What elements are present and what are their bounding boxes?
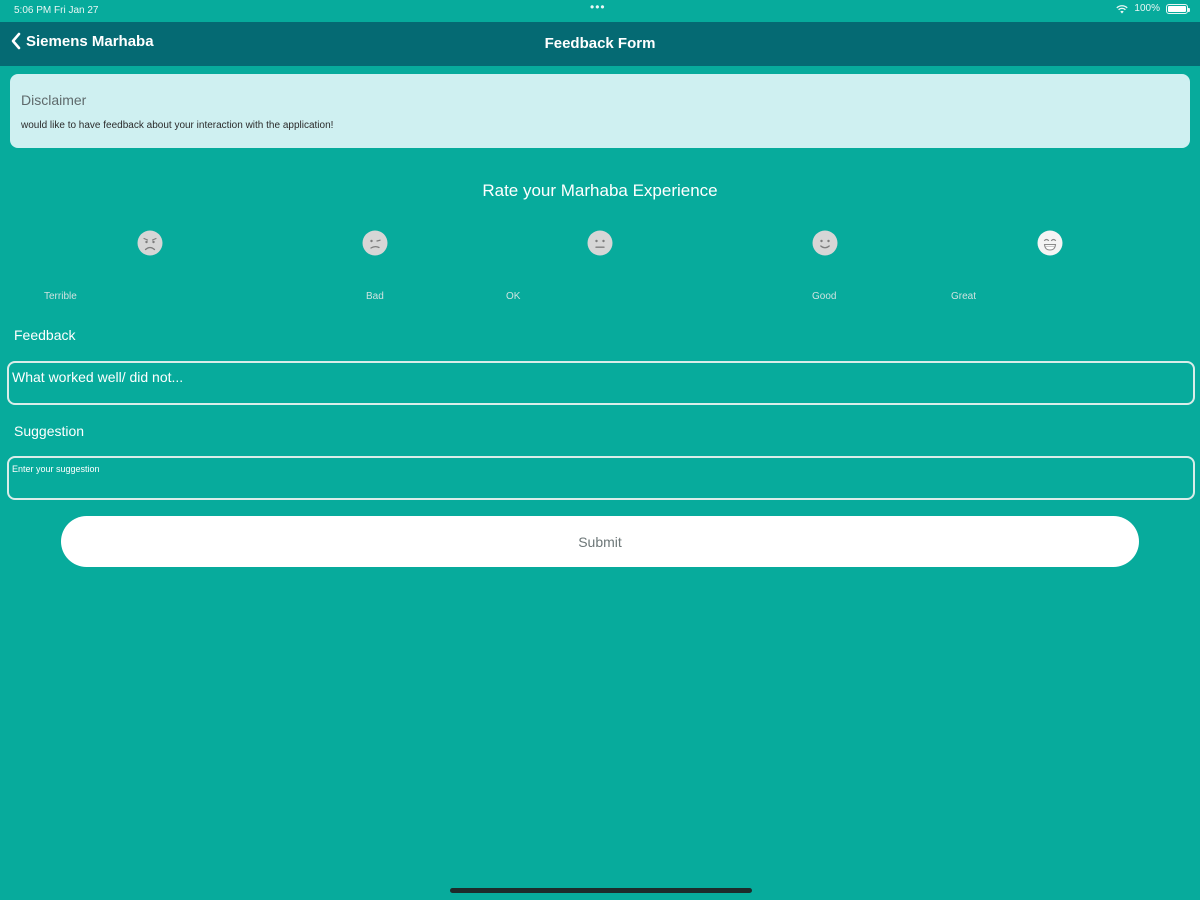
rating-label-ok: OK [506,291,521,302]
rating-label-bad: Bad [366,291,384,302]
good-face-icon[interactable] [812,230,838,256]
submit-button[interactable]: Submit [61,516,1139,567]
status-bar: 5:06 PM Fri Jan 27 ••• 100% [0,0,1200,22]
status-time: 5:06 PM Fri Jan 27 [14,5,99,16]
suggestion-label: Suggestion [14,423,85,439]
rating-label-good: Good [812,291,837,302]
home-indicator[interactable] [450,888,752,893]
rating-title: Rate your Marhaba Experience [482,181,718,200]
battery-icon [1166,3,1190,14]
status-indicators: 100% [1116,3,1190,14]
page-title: Feedback Form [544,35,656,52]
suggestion-input[interactable] [7,456,1195,500]
rating-label-terrible: Terrible [44,291,77,302]
rating-options [0,230,1200,258]
rating-label-great: Great [951,291,977,302]
feedback-input[interactable] [7,361,1195,405]
disclaimer-card: Disclaimer would like to have feedback a… [10,74,1190,148]
disclaimer-title: Disclaimer [21,92,87,108]
ok-face-icon[interactable] [587,230,613,256]
bad-face-icon[interactable] [362,230,388,256]
great-face-icon[interactable] [1037,230,1063,256]
battery-percent: 100% [1134,3,1160,14]
battery-level [1168,5,1186,12]
multitasking-dots[interactable]: ••• [590,0,606,14]
navigation-bar: Siemens Marhaba Feedback Form [0,22,1200,66]
feedback-label: Feedback [14,327,76,343]
terrible-face-icon[interactable] [137,230,163,256]
disclaimer-text: would like to have feedback about your i… [21,120,334,131]
wifi-icon [1116,4,1129,13]
